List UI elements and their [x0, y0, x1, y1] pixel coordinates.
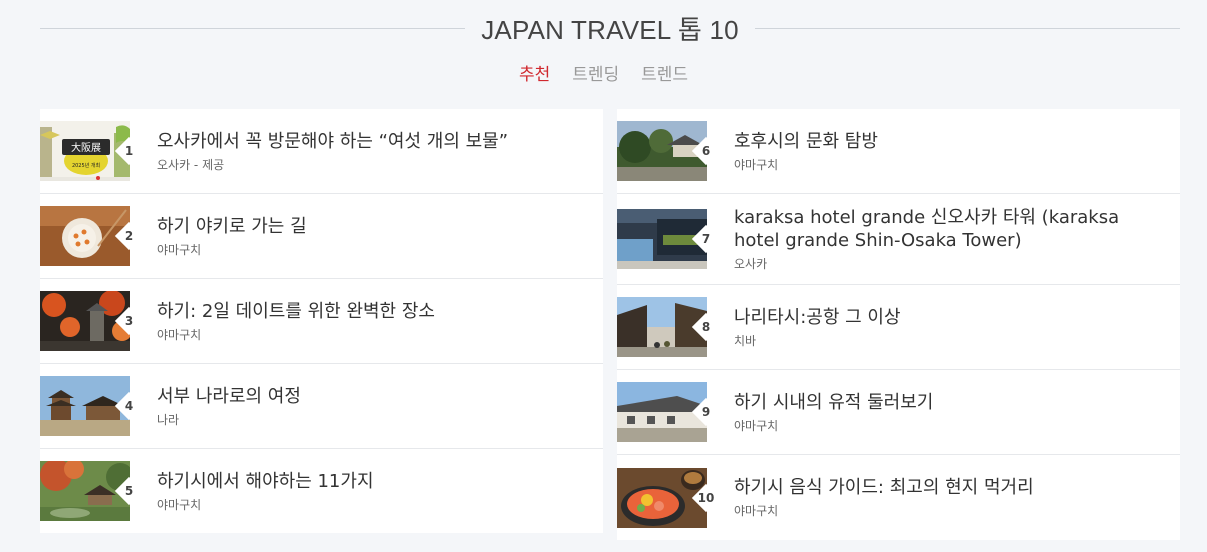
thumbnail-caption-text: 2025년 개최 — [72, 162, 100, 169]
item-title[interactable]: 하기시 음식 가이드: 최고의 현지 먹거리 — [734, 476, 1034, 499]
ranking-item-9[interactable]: 9 하기 시내의 유적 둘러보기 야마구치 — [617, 370, 1180, 455]
ranking-list-left: 大阪展 2025년 개최 1 오사카에서 꼭 방문해야 하는 “여섯 개의 보물… — [40, 109, 603, 533]
item-thumbnail: 5 — [40, 461, 133, 521]
rank-badge: 3 — [114, 306, 144, 336]
tab-bar: 추천 트렌딩 트렌드 — [0, 60, 1207, 85]
tab-trend[interactable]: 트렌드 — [641, 60, 688, 85]
ranking-item-7[interactable]: 7 karaksa hotel grande 신오사카 타워 (karaksa … — [617, 194, 1180, 285]
item-thumbnail: 9 — [617, 382, 710, 442]
ranking-item-10[interactable]: 10 하기시 음식 가이드: 최고의 현지 먹거리 야마구치 — [617, 455, 1180, 540]
page-header: JAPAN TRAVEL 톱 10 — [40, 10, 1180, 46]
rank-badge: 2 — [114, 221, 144, 251]
item-thumbnail: 3 — [40, 291, 133, 351]
item-location: 나라 — [157, 412, 180, 427]
item-title[interactable]: 하기시에서 해야하는 11가지 — [157, 470, 374, 493]
ranking-item-2[interactable]: 2 하기 야키로 가는 길 야마구치 — [40, 194, 603, 279]
item-location: 치바 — [734, 333, 757, 348]
item-thumbnail: 6 — [617, 121, 710, 181]
item-thumbnail: 8 — [617, 297, 710, 357]
thumbnail-logo-text: 大阪展 — [71, 141, 101, 154]
ranking-list-right: 6 호후시의 문화 탐방 야마구치 7 karaksa hotel grande — [617, 109, 1180, 540]
tab-recommended[interactable]: 추천 — [519, 60, 550, 85]
page-title: JAPAN TRAVEL 톱 10 — [481, 14, 739, 45]
rank-badge: 7 — [691, 224, 721, 254]
item-location: 야마구치 — [157, 327, 202, 342]
item-thumbnail: 10 — [617, 467, 714, 528]
item-location: 야마구치 — [157, 497, 202, 512]
item-thumbnail: 2 — [40, 206, 133, 266]
ranking-item-4[interactable]: 4 서부 나라로의 여정 나라 — [40, 364, 603, 449]
rank-badge: 8 — [691, 312, 721, 342]
tab-trending[interactable]: 트렌딩 — [572, 60, 619, 85]
rank-badge: 4 — [114, 391, 144, 421]
item-location: 오사카 — [734, 257, 768, 271]
item-title[interactable]: 하기 시내의 유적 둘러보기 — [734, 391, 933, 414]
item-thumbnail: 4 — [40, 376, 133, 436]
item-title[interactable]: 서부 나라로의 여정 — [157, 385, 301, 408]
item-location: 오사카 - 제공 — [157, 157, 225, 172]
item-location: 야마구치 — [734, 418, 779, 433]
item-title[interactable]: 나리타시:공항 그 이상 — [734, 306, 901, 329]
item-location: 야마구치 — [157, 242, 202, 257]
item-title[interactable]: 하기: 2일 데이트를 위한 완벽한 장소 — [157, 300, 435, 323]
item-thumbnail: 大阪展 2025년 개최 1 — [40, 121, 133, 181]
header-divider-left — [40, 27, 466, 29]
item-title[interactable]: 호후시의 문화 탐방 — [734, 130, 878, 153]
item-title[interactable]: karaksa hotel grande 신오사카 타워 (karaksa ho… — [734, 206, 1170, 252]
ranking-item-5[interactable]: 5 하기시에서 해야하는 11가지 야마구치 — [40, 449, 603, 533]
item-thumbnail: 7 — [617, 209, 710, 269]
rank-badge: 10 — [691, 483, 721, 513]
rank-badge: 9 — [691, 397, 721, 427]
rank-badge: 5 — [114, 476, 144, 506]
item-location: 야마구치 — [734, 504, 779, 518]
ranking-item-1[interactable]: 大阪展 2025년 개최 1 오사카에서 꼭 방문해야 하는 “여섯 개의 보물… — [40, 109, 603, 194]
rank-badge: 6 — [691, 136, 721, 166]
ranking-item-6[interactable]: 6 호후시의 문화 탐방 야마구치 — [617, 109, 1180, 194]
item-title[interactable]: 하기 야키로 가는 길 — [157, 215, 307, 238]
ranking-item-8[interactable]: 8 나리타시:공항 그 이상 치바 — [617, 285, 1180, 370]
item-title[interactable]: 오사카에서 꼭 방문해야 하는 “여섯 개의 보물” — [157, 130, 508, 153]
item-location: 야마구치 — [734, 157, 779, 172]
ranking-item-3[interactable]: 3 하기: 2일 데이트를 위한 완벽한 장소 야마구치 — [40, 279, 603, 364]
rank-badge: 1 — [114, 136, 144, 166]
header-divider-right — [754, 27, 1180, 29]
